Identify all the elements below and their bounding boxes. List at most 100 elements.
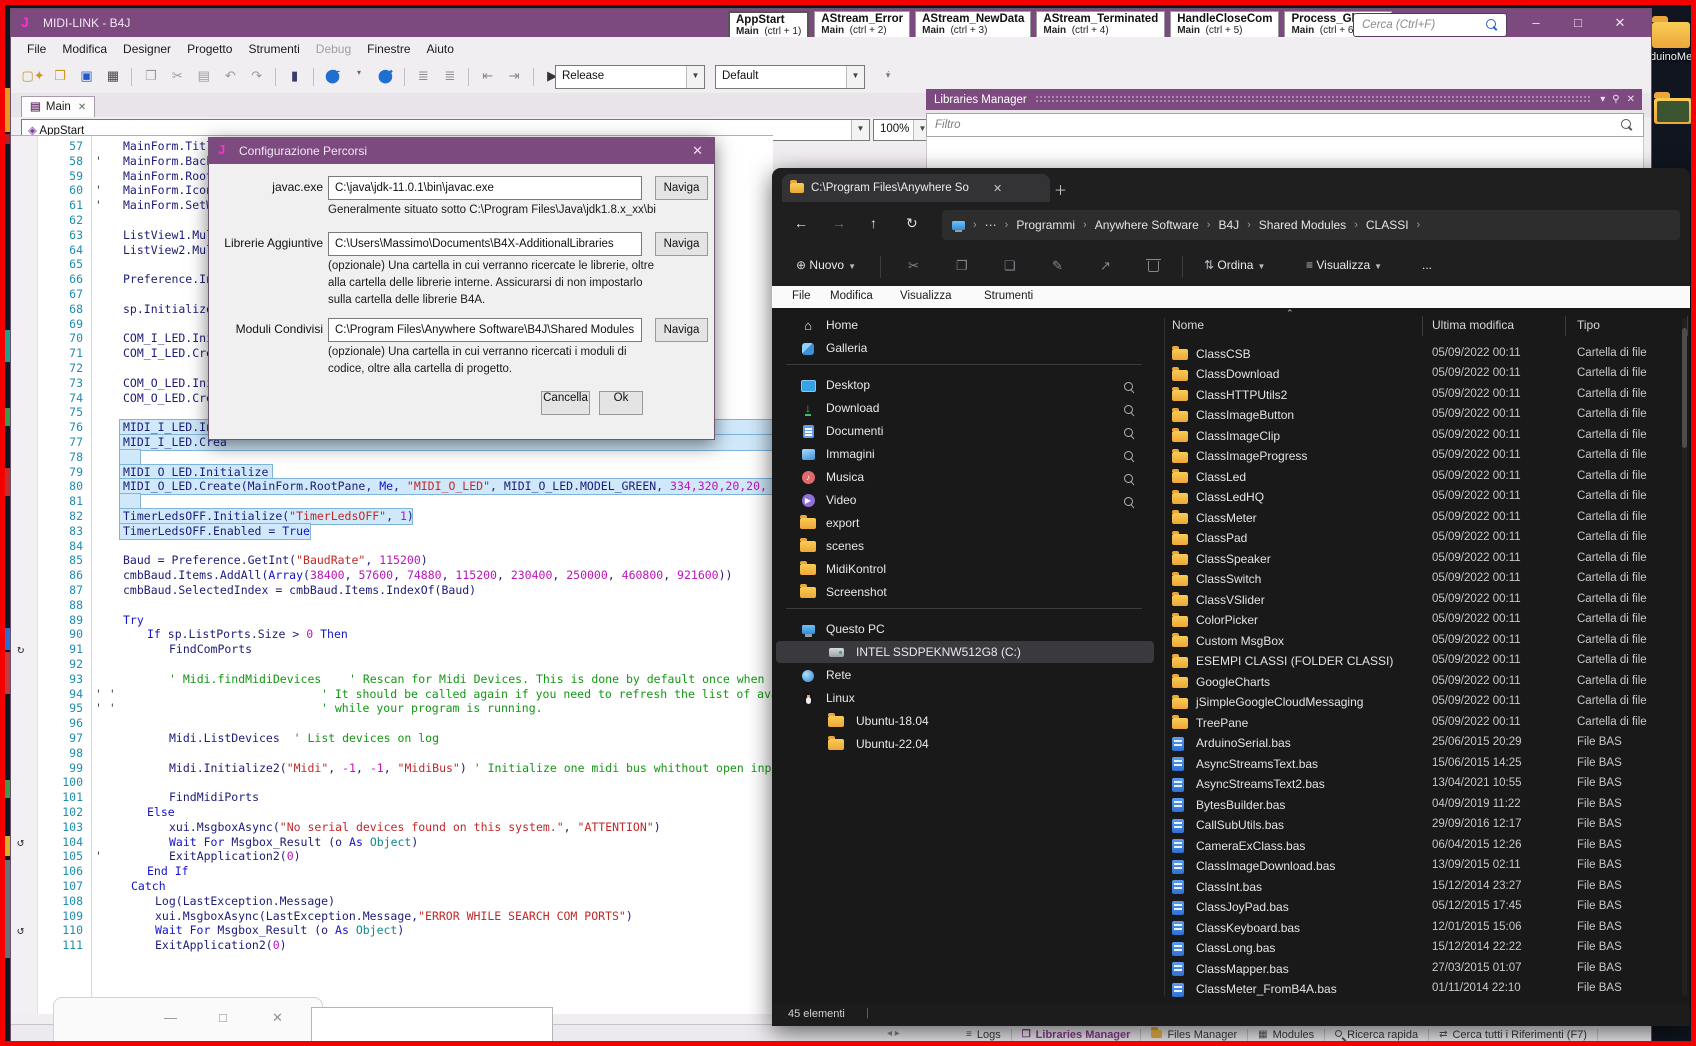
file-row-callsubutils-bas[interactable]: CallSubUtils.bas 29/09/2016 12:17 File BAS (1168, 816, 1682, 837)
code-line-110[interactable]: ↺ 110 Wait For Msgbox_Result (o As Object) (11, 923, 773, 938)
code-line-97[interactable]: 97 Midi.ListDevices ' List devices on log (11, 731, 773, 746)
file-row-classspeaker[interactable]: ClassSpeaker 05/09/2022 00:11 Cartella di … (1168, 549, 1682, 570)
bottom-tab-files-manager[interactable]: Files Manager (1141, 1027, 1249, 1041)
cut-icon[interactable]: ✂ (908, 258, 919, 274)
bottom-tab-libraries-manager[interactable]: ❐ Libraries Manager (1012, 1028, 1142, 1041)
ide-search-box[interactable] (1353, 13, 1507, 37)
breadcrumb-classi[interactable]: CLASSI (1366, 218, 1409, 232)
sidebar-item-ubuntu-18-04[interactable]: Ubuntu-18.04 (776, 710, 1154, 732)
file-row-classled[interactable]: ClassLed 05/09/2022 00:11 Cartella di file (1168, 467, 1682, 488)
new-project-icon[interactable]: ▢✦ (21, 68, 44, 84)
explorer-menu-strumenti[interactable]: Strumenti (984, 290, 1033, 302)
more-options-icon[interactable]: ... (1422, 258, 1432, 272)
code-line-106[interactable]: 106 End If (11, 864, 773, 879)
paste-icon[interactable]: ❏ (1004, 258, 1016, 274)
menu-strumenti[interactable]: Strumenti (248, 42, 299, 56)
file-row-classjoypad-bas[interactable]: ClassJoyPad.bas 05/12/2015 17:45 File BAS (1168, 898, 1682, 919)
code-line-102[interactable]: 102 Else (11, 805, 773, 820)
file-row-custom-msgbox[interactable]: Custom MsgBox 05/09/2022 00:11 Cartella di… (1168, 631, 1682, 652)
sidebar-item-intel-ssdpeknw512g8-c-[interactable]: INTEL SSDPEKNW512G8 (C:) (776, 641, 1154, 663)
dialog-close-icon[interactable]: ✕ (692, 143, 703, 159)
file-row-classint-bas[interactable]: ClassInt.bas 15/12/2014 23:27 File BAS (1168, 877, 1682, 898)
code-line-95[interactable]: 95 ' ' ' while your program is running. (11, 701, 773, 716)
column-header-ultima-modifica[interactable]: Ultima modifica (1432, 318, 1514, 332)
code-line-111[interactable]: 111 ExitApplication2(0) (11, 938, 773, 953)
file-row-classledhq[interactable]: ClassLedHQ 05/09/2022 00:11 Cartella di fi… (1168, 488, 1682, 509)
code-line-82[interactable]: 82 TimerLedsOFF.Initialize("TimerLedsOFF"… (11, 508, 773, 525)
code-line-93[interactable]: 93 ' Midi.findMidiDevices ' Rescan for Mi… (11, 672, 773, 687)
close-button[interactable]: ✕ (1605, 13, 1635, 33)
comment-ic2-icon[interactable]: ⇥ (503, 68, 525, 84)
file-row-classmeter[interactable]: ClassMeter 05/09/2022 00:11 Cartella di fi… (1168, 508, 1682, 529)
explorer-menu-visualizza[interactable]: Visualizza (900, 290, 952, 302)
sidebar-item-desktop[interactable]: Desktop (776, 374, 1154, 396)
code-line-98[interactable]: 98 (11, 746, 773, 761)
sidebar-item-export[interactable]: export (776, 512, 1154, 534)
file-row-classimagebutton[interactable]: ClassImageButton 05/09/2022 00:11 Cartella… (1168, 406, 1682, 427)
column-header-tipo[interactable]: Tipo (1577, 318, 1600, 332)
sidebar-item-immagini[interactable]: Immagini (776, 443, 1154, 465)
explorer-menu-modifica[interactable]: Modifica (830, 290, 873, 302)
cancel-button[interactable]: Cancella (541, 391, 590, 415)
menu-modifica[interactable]: Modifica (62, 42, 107, 56)
code-line-85[interactable]: 85 Baud = Preference.GetInt("BaudRate", 1… (11, 553, 773, 568)
file-row-arduinoserial-bas[interactable]: ArduinoSerial.bas 25/06/2015 20:29 File BA… (1168, 734, 1682, 755)
dialog-input-2[interactable] (333, 320, 637, 340)
menu-aiuto[interactable]: Aiuto (427, 42, 454, 56)
sidebar-item-galleria[interactable]: Galleria (776, 337, 1154, 359)
file-row-cameraexclass-bas[interactable]: CameraExClass.bas 06/04/2015 12:26 File BA… (1168, 836, 1682, 857)
file-row-classcsb[interactable]: ClassCSB 05/09/2022 00:11 Cartella di file (1168, 344, 1682, 365)
code-line-80[interactable]: 80 MIDI_O_LED.Create(MainForm.RootPane, M… (11, 478, 773, 496)
menu-progetto[interactable]: Progetto (187, 42, 232, 56)
delete-icon[interactable] (1146, 258, 1161, 273)
chevron-down-icon[interactable]: ▼ (851, 120, 869, 140)
libraries-manager-header[interactable]: Libraries Manager ▾ ⚲ ✕ (926, 89, 1642, 110)
toolbar-overflow-icon[interactable]: ▾́ (877, 70, 899, 81)
redo-icon[interactable]: ↷ (246, 68, 268, 84)
minimize-icon[interactable]: — (164, 1010, 177, 1025)
file-row-asyncstreamstext2-bas[interactable]: AsyncStreamsText2.bas 13/04/2021 10:55 Fil… (1168, 775, 1682, 796)
code-line-103[interactable]: 103 xui.MsgboxAsync("No serial devices fo… (11, 820, 773, 835)
code-line-89[interactable]: 89 Try (11, 613, 773, 628)
file-row-esempi-classi-folder-classi-[interactable]: ESEMPI CLASSI (FOLDER CLASSI) 05/09/2022 … (1168, 652, 1682, 673)
code-line-109[interactable]: 109 xui.MsgboxAsync(LastException.Message… (11, 909, 773, 924)
menu-file[interactable]: File (27, 42, 46, 56)
code-line-99[interactable]: 99 Midi.Initialize2("Midi", -1, -1, "Midi… (11, 761, 773, 776)
libraries-filter-box[interactable] (926, 113, 1644, 137)
explorer-tab[interactable]: C:\Program Files\Anywhere So ✕ (782, 174, 1050, 202)
new-tab-icon[interactable]: ＋ (1054, 180, 1067, 199)
bottom-tab-ricerca-rapida[interactable]: Ricerca rapida (1325, 1028, 1430, 1041)
bottom-tab-cerca-tutti-i-riferimenti-f7-[interactable]: ⇄ Cerca tutti i Riferimenti (F7) (1429, 1028, 1598, 1041)
code-line-92[interactable]: 92 (11, 657, 773, 672)
explorer-menu-file[interactable]: File (792, 290, 811, 302)
panel-dropdown-icon[interactable]: ▾ (1600, 94, 1605, 105)
back-dropdown-icon[interactable]: ▾ (348, 68, 370, 77)
breadcrumb-shared-modules[interactable]: Shared Modules (1259, 218, 1346, 232)
code-line-87[interactable]: 87 cmbBaud.SelectedIndex = cmbBaud.Items.… (11, 583, 773, 598)
view-button[interactable]: ≡ Visualizza ▼ (1306, 258, 1382, 272)
build-configuration-combo[interactable]: Release ▼ (555, 65, 705, 89)
menu-debug[interactable]: Debug (316, 42, 351, 56)
bottom-tab-modules[interactable]: ▦ Modules (1248, 1028, 1326, 1041)
dialog-input-0[interactable] (333, 178, 637, 198)
sidebar-item-documenti[interactable]: Documenti (776, 420, 1154, 442)
navigate-back-icon[interactable]: ⬤⃖ (322, 68, 344, 84)
sidebar-item-rete[interactable]: Rete (776, 664, 1154, 686)
gutter-resume-icon[interactable]: ↺ (17, 835, 24, 850)
code-line-104[interactable]: ↺ 104 Wait For Msgbox_Result (o As Object) (11, 835, 773, 850)
new-button[interactable]: ⊕ Nuovo ▼ (796, 258, 856, 272)
paste-icon[interactable]: ▤ (193, 68, 215, 84)
code-line-101[interactable]: 101 FindMidiPorts (11, 790, 773, 805)
comment-ic1-icon[interactable]: ⇤ (477, 68, 499, 84)
file-row-asyncstreamstext-bas[interactable]: AsyncStreamsText.bas 15/06/2015 14:25 File… (1168, 754, 1682, 775)
desktop-shortcut-arduino[interactable]: duinoMe (1650, 16, 1692, 63)
menu-designer[interactable]: Designer (123, 42, 171, 56)
code-line-81[interactable]: 81 (11, 493, 773, 511)
sidebar-item-screenshot[interactable]: Screenshot (776, 581, 1154, 603)
copy-icon[interactable]: ❐ (956, 258, 968, 274)
tab-scroll-arrows[interactable]: ◂ ▸ (887, 1028, 900, 1039)
gutter-resume-icon[interactable]: ↻ (17, 642, 24, 657)
chevron-down-icon[interactable]: ▼ (686, 66, 704, 88)
share-icon[interactable]: ↗ (1100, 258, 1111, 274)
file-row-classpad[interactable]: ClassPad 05/09/2022 00:11 Cartella di file (1168, 529, 1682, 550)
